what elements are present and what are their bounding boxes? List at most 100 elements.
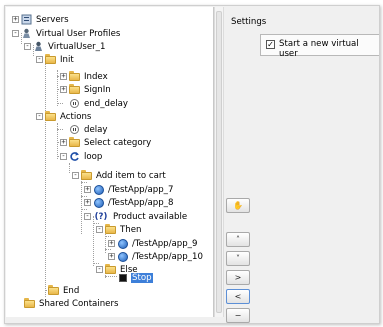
chevron-right-icon: >	[234, 273, 242, 282]
tree-node-app-8[interactable]: + /TestApp/app_8	[84, 196, 174, 209]
tree-node-then[interactable]: - Then	[96, 223, 142, 236]
folder-icon	[48, 284, 59, 296]
tree-node-label: /TestApp/app_10	[132, 251, 203, 262]
folder-icon	[69, 70, 80, 82]
server-icon	[21, 14, 32, 25]
tree-node-stop[interactable]: Stop	[117, 271, 153, 284]
tree-node-servers[interactable]: + Servers	[12, 13, 70, 26]
tree-node-app-10[interactable]: + /TestApp/app_10	[108, 250, 204, 263]
collapse-icon[interactable]: -	[36, 56, 43, 63]
collapse-icon[interactable]: -	[72, 172, 79, 179]
tree-node-label: loop	[84, 151, 103, 162]
user-icon	[33, 41, 44, 52]
tree-node-app-7[interactable]: + /TestApp/app_7	[84, 183, 174, 196]
folder-icon	[105, 263, 116, 275]
app-request-icon	[93, 184, 104, 195]
tree-node-label: SignIn	[84, 84, 111, 95]
settings-group: ✓ Start a new virtual user	[260, 34, 379, 59]
folder-icon	[24, 297, 35, 309]
tree-node-signin[interactable]: + SignIn	[60, 83, 112, 96]
collapse-icon[interactable]: -	[84, 213, 91, 220]
tree-node-init[interactable]: - Init	[36, 53, 75, 66]
expand-icon[interactable]: +	[108, 240, 115, 247]
expand-icon[interactable]: +	[84, 186, 91, 193]
move-down-button[interactable]: ˅	[226, 251, 250, 266]
hand-button[interactable]: ✋	[226, 198, 250, 213]
tree-node-app-9[interactable]: + /TestApp/app_9	[108, 237, 198, 250]
remove-button[interactable]: −	[226, 308, 250, 323]
tree-node-label: end_delay	[84, 98, 128, 109]
scenario-tree[interactable]: + Servers - Virtual User Profiles - Virt…	[6, 7, 214, 317]
tree-node-label: Index	[84, 71, 108, 82]
indent-right-button[interactable]: >	[226, 270, 250, 285]
settings-title: Settings	[231, 17, 267, 27]
hand-icon: ✋	[233, 201, 243, 210]
expand-icon[interactable]: +	[60, 73, 67, 80]
collapse-icon[interactable]: -	[36, 113, 43, 120]
delay-icon	[69, 98, 80, 109]
minus-icon: −	[234, 311, 242, 320]
collapse-icon[interactable]: -	[96, 266, 103, 273]
expand-icon[interactable]: +	[108, 253, 115, 260]
tree-node-label: Product available	[113, 211, 188, 222]
collapse-icon[interactable]: -	[60, 153, 67, 160]
condition-icon: (?)	[94, 211, 108, 222]
folder-icon	[81, 169, 92, 181]
tree-node-label: /TestApp/app_9	[132, 238, 198, 249]
tree-node-end-delay[interactable]: end_delay	[69, 97, 129, 110]
tree-node-product-available[interactable]: - (?) Product available	[84, 210, 188, 223]
collapse-icon[interactable]: -	[24, 43, 31, 50]
tree-node-select-category[interactable]: + Select category	[60, 136, 152, 149]
tree-node-label: Stop	[131, 272, 153, 283]
expand-icon[interactable]: +	[12, 16, 19, 23]
tree-node-label: Servers	[36, 14, 69, 25]
tree-node-label: Add item to cart	[96, 170, 166, 181]
tree-node-add-item-to-cart[interactable]: - Add item to cart	[72, 169, 167, 182]
editor-window: + Servers - Virtual User Profiles - Virt…	[4, 5, 380, 324]
stop-icon	[117, 272, 128, 283]
tree-node-label: Actions	[60, 111, 92, 122]
tree-node-shared-containers[interactable]: Shared Containers	[24, 297, 119, 310]
expand-icon[interactable]: +	[84, 199, 91, 206]
folder-icon	[105, 223, 116, 235]
tree-node-delay[interactable]: delay	[69, 123, 108, 136]
tree-node-virtualuser-1[interactable]: - VirtualUser_1	[24, 40, 106, 53]
folder-icon	[69, 83, 80, 95]
chevron-up-icon: ˄	[236, 235, 240, 244]
loop-icon	[69, 151, 80, 162]
user-profile-icon	[21, 28, 32, 39]
collapse-icon[interactable]: -	[12, 30, 19, 37]
app-request-icon	[117, 238, 128, 249]
tree-node-label: End	[63, 285, 80, 296]
chevron-left-icon: <	[234, 292, 242, 301]
expand-icon[interactable]: +	[60, 139, 67, 146]
collapse-icon[interactable]: -	[96, 226, 103, 233]
folder-icon	[45, 110, 56, 122]
tree-node-actions[interactable]: - Actions	[36, 110, 92, 123]
chevron-down-icon: ˅	[236, 254, 240, 263]
tree-node-label: Select category	[84, 137, 152, 148]
app-request-icon	[93, 197, 104, 208]
tree-node-end[interactable]: End	[48, 284, 80, 297]
move-up-button[interactable]: ˄	[226, 232, 250, 247]
start-new-user-label: Start a new virtual user	[279, 39, 359, 59]
start-new-user-checkbox[interactable]: ✓	[266, 40, 275, 49]
tree-node-label: Virtual User Profiles	[36, 28, 121, 39]
app-request-icon	[117, 251, 128, 262]
tree-node-loop[interactable]: - loop	[60, 150, 103, 163]
indent-left-button[interactable]: <	[226, 289, 250, 304]
tree-node-index[interactable]: + Index	[60, 70, 109, 83]
tree-node-label: /TestApp/app_8	[108, 197, 174, 208]
tree-node-label: VirtualUser_1	[48, 41, 106, 52]
tree-node-label: delay	[84, 124, 108, 135]
tree-node-label: Then	[120, 224, 142, 235]
tree-vertical-scrollbar[interactable]	[214, 7, 224, 317]
delay-icon	[69, 124, 80, 135]
tree-node-virtual-user-profiles[interactable]: - Virtual User Profiles	[12, 27, 121, 40]
tree-node-label: Shared Containers	[39, 298, 119, 309]
expand-icon[interactable]: +	[60, 86, 67, 93]
tree-node-label: Init	[60, 54, 74, 65]
scrollbar-thumb[interactable]	[216, 11, 222, 313]
tree-node-label: /TestApp/app_7	[108, 184, 174, 195]
folder-icon	[45, 53, 56, 65]
